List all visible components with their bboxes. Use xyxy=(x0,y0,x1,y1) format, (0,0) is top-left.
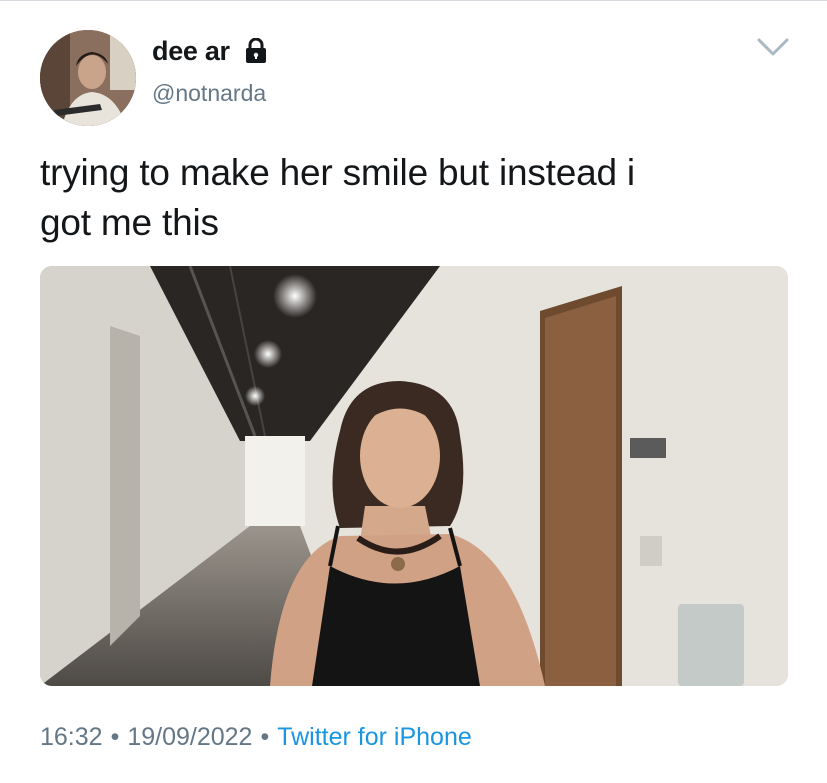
tweet-text-line-2: got me this xyxy=(40,202,219,243)
tweet-text-line-1: trying to make her smile but instead i xyxy=(40,152,635,193)
tweet-date[interactable]: 19/09/2022 xyxy=(127,723,252,751)
top-divider xyxy=(0,0,827,1)
tweet-photo[interactable] xyxy=(40,266,788,686)
tweet-text: trying to make her smile but instead i g… xyxy=(40,148,800,248)
avatar-image xyxy=(40,30,136,126)
chevron-down-icon[interactable] xyxy=(756,36,790,58)
tweet-source-link[interactable]: Twitter for iPhone xyxy=(277,723,472,751)
separator-dot: • xyxy=(110,723,120,751)
author-display-name[interactable]: dee ar xyxy=(152,36,230,67)
author-handle[interactable]: @notnarda xyxy=(152,80,266,107)
separator-dot: • xyxy=(260,723,270,751)
tweet-meta: 16:32 • 19/09/2022 • Twitter for iPhone xyxy=(40,723,472,752)
tweet-time[interactable]: 16:32 xyxy=(40,723,103,751)
lock-icon xyxy=(246,38,266,63)
photo-image xyxy=(40,266,788,686)
author-avatar[interactable] xyxy=(40,30,136,126)
